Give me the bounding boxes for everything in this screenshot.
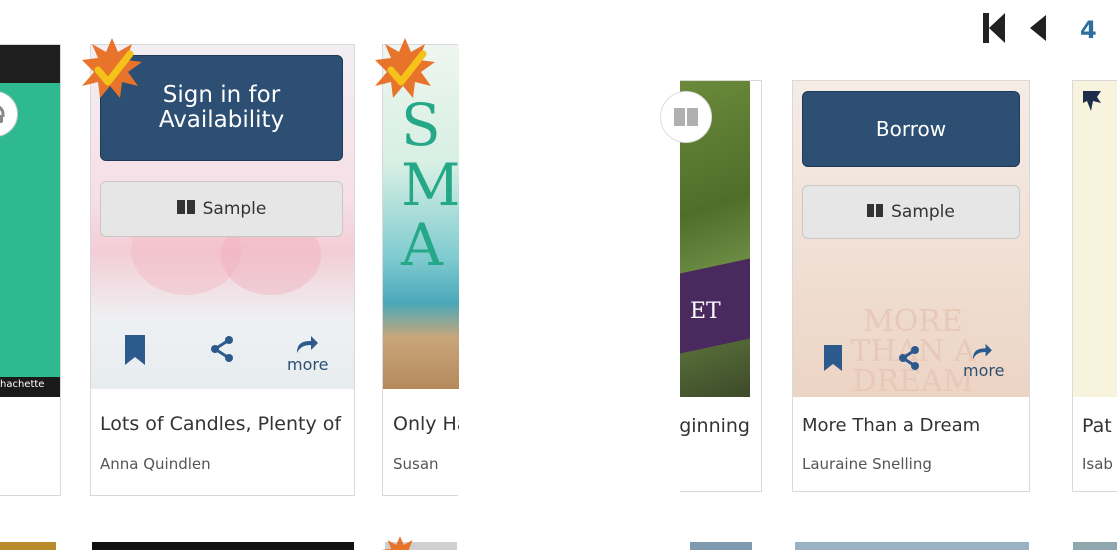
forward-arrow-icon bbox=[297, 336, 318, 353]
book-cover-preview[interactable] bbox=[795, 542, 1029, 550]
book-title[interactable]: Beginning bbox=[680, 415, 750, 437]
book-cover-preview[interactable] bbox=[92, 542, 354, 550]
book-author[interactable]: Susan bbox=[393, 455, 459, 473]
cover-title-text: ET bbox=[690, 299, 721, 324]
sample-label: Sample bbox=[891, 202, 955, 222]
available-badge-icon bbox=[373, 36, 437, 104]
open-book-icon bbox=[176, 199, 195, 219]
more-label: more bbox=[963, 361, 1005, 380]
current-page-number[interactable]: 4 bbox=[1080, 16, 1097, 44]
borrow-button[interactable]: Borrow bbox=[802, 91, 1020, 167]
book-cover-preview[interactable] bbox=[0, 542, 56, 550]
book-card-partial[interactable]: ET Beginning bbox=[660, 80, 762, 492]
book-card[interactable]: S MA Only Happy Here Susan bbox=[382, 44, 459, 496]
book-title[interactable]: Lots of Candles, Plenty of Cake bbox=[100, 413, 348, 435]
book-card[interactable]: MORE THAN A DREAM Borrow Sample more Mor… bbox=[792, 80, 1030, 492]
available-badge-icon bbox=[80, 36, 144, 104]
book-card[interactable]: Sign in for Availability Sample more Lot… bbox=[90, 44, 355, 496]
cover-title-text: S MA bbox=[401, 91, 459, 279]
book-cover-preview[interactable] bbox=[1073, 542, 1117, 550]
previous-page-icon[interactable] bbox=[1030, 15, 1046, 41]
book-author[interactable]: Isab bbox=[1082, 455, 1117, 473]
book-card-partial-left[interactable]: hachette bbox=[0, 44, 61, 496]
bookmark-icon[interactable] bbox=[125, 335, 145, 369]
book-card-partial-right[interactable]: Pat Isab bbox=[1072, 80, 1117, 492]
more-label: more bbox=[287, 355, 329, 374]
sample-label: Sample bbox=[202, 199, 267, 219]
ebook-icon bbox=[660, 91, 712, 143]
sample-button[interactable]: Sample bbox=[802, 185, 1020, 239]
forward-arrow-icon bbox=[973, 343, 992, 360]
first-page-icon[interactable] bbox=[983, 13, 1005, 43]
share-icon[interactable] bbox=[209, 335, 235, 367]
bookmark-icon[interactable] bbox=[824, 345, 842, 375]
more-options[interactable]: more bbox=[963, 343, 1013, 383]
more-options[interactable]: more bbox=[287, 335, 337, 375]
book-title[interactable]: Only Happy Here bbox=[393, 413, 459, 435]
book-title[interactable]: More Than a Dream bbox=[802, 415, 1026, 436]
book-author[interactable]: Lauraine Snelling bbox=[802, 455, 1026, 473]
sample-button[interactable]: Sample bbox=[100, 181, 343, 237]
publisher-emblem-icon bbox=[1081, 89, 1103, 117]
available-badge-icon bbox=[380, 535, 420, 550]
button-label: Sign in for Availability bbox=[158, 81, 285, 133]
book-author[interactable]: Anna Quindlen bbox=[100, 455, 348, 473]
button-label: Borrow bbox=[875, 117, 947, 141]
book-cover-preview[interactable] bbox=[690, 542, 752, 550]
book-cover[interactable] bbox=[1073, 81, 1117, 397]
publisher-logo: hachette bbox=[0, 379, 45, 390]
open-book-icon bbox=[867, 202, 884, 222]
share-icon[interactable] bbox=[897, 345, 921, 375]
book-title[interactable]: Pat bbox=[1082, 415, 1117, 437]
